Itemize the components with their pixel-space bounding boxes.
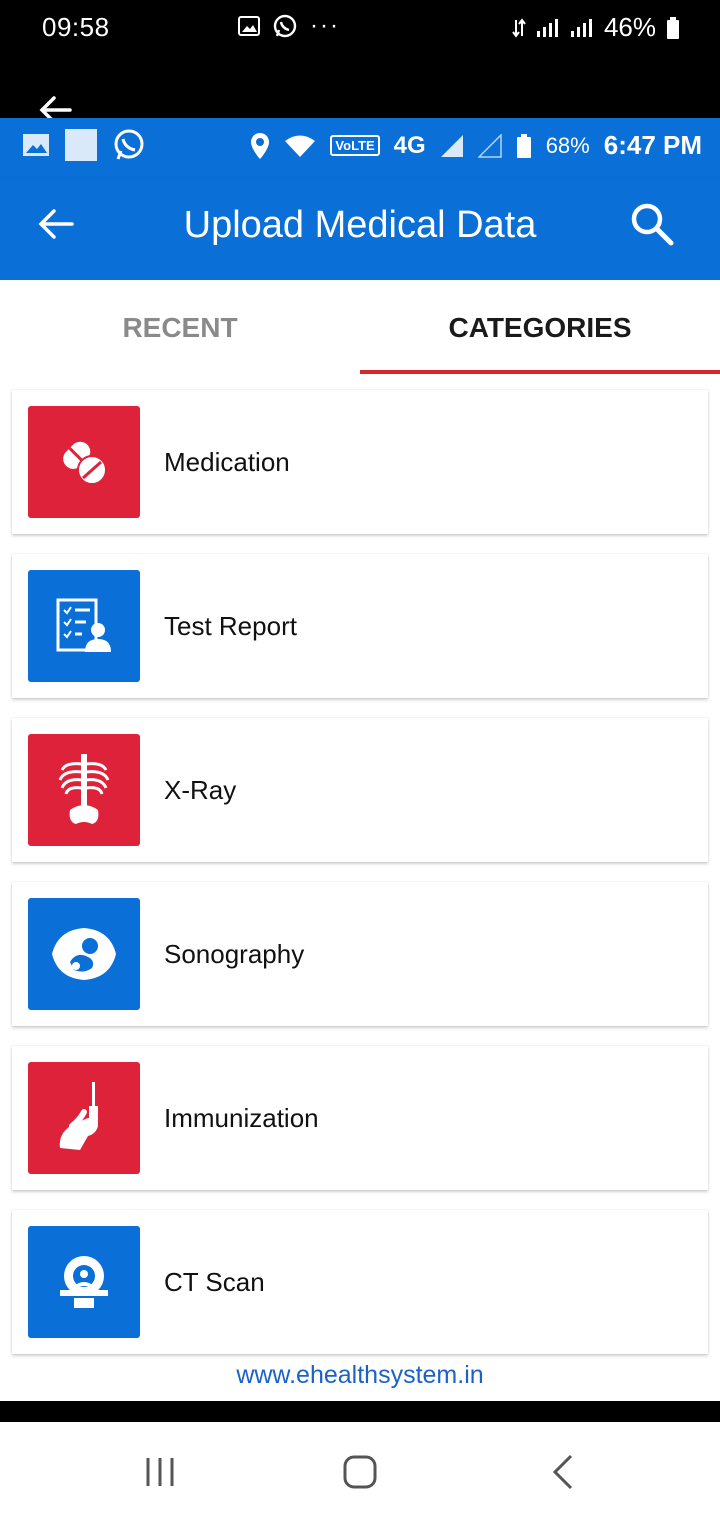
category-sonography[interactable]: Sonography	[12, 882, 708, 1026]
location-icon	[251, 132, 270, 159]
category-label: CT Scan	[164, 1266, 265, 1297]
category-medication[interactable]: Medication	[12, 390, 708, 534]
more-notifications: ···	[310, 12, 340, 39]
test-report-tile	[28, 570, 140, 682]
back-nav-icon[interactable]	[543, 1452, 583, 1492]
category-label: Test Report	[164, 610, 297, 641]
ct-scan-tile	[28, 1226, 140, 1338]
category-x-ray[interactable]: X-Ray	[12, 718, 708, 862]
network-type: 4G	[393, 131, 426, 159]
app-screen: VoLTE 4G 68% 6:47 PM Upload Medical Data…	[0, 118, 720, 1401]
cell-signal-empty-icon	[477, 133, 502, 158]
home-icon[interactable]	[340, 1452, 380, 1492]
device-status-bar: 09:58 ··· 46%	[0, 0, 720, 118]
x-ray-tile	[28, 734, 140, 846]
whatsapp-icon	[114, 129, 144, 160]
inner-status-bar: VoLTE 4G 68% 6:47 PM	[0, 118, 720, 178]
category-ct-scan[interactable]: CT Scan	[12, 1210, 708, 1354]
wifi-icon	[285, 135, 316, 157]
tab-categories[interactable]: CATEGORIES	[360, 280, 720, 376]
app-toolbar: Upload Medical Data	[0, 178, 720, 280]
signal-2-icon	[570, 18, 592, 37]
tab-recent[interactable]: RECENT	[0, 280, 360, 376]
inner-battery-percent: 68%	[545, 132, 590, 158]
sonography-tile	[28, 898, 140, 1010]
gallery-icon	[23, 134, 49, 156]
square-icon	[65, 129, 97, 161]
device-clock: 09:58	[42, 12, 110, 42]
volte-badge: VoLTE	[330, 135, 380, 156]
website-link[interactable]: www.ehealthsystem.in	[0, 1361, 720, 1390]
category-label: Immunization	[164, 1102, 319, 1133]
category-label: Medication	[164, 446, 290, 477]
xray-icon	[58, 754, 110, 824]
gallery-notification-icon	[238, 16, 260, 36]
sonography-icon	[52, 928, 116, 980]
immunization-tile	[28, 1062, 140, 1174]
page-title: Upload Medical Data	[183, 204, 537, 246]
tab-bar: RECENT CATEGORIES	[0, 280, 720, 376]
whatsapp-notification-icon	[273, 14, 297, 38]
recent-apps-icon[interactable]	[140, 1452, 180, 1492]
cell-signal-icon	[440, 134, 463, 157]
search-icon[interactable]	[628, 200, 676, 248]
pills-icon	[63, 441, 107, 485]
medication-tile	[28, 406, 140, 518]
active-tab-indicator	[360, 370, 720, 374]
test-report-icon	[56, 598, 111, 652]
syringe-icon	[59, 1082, 98, 1150]
battery-icon	[667, 16, 679, 39]
ct-scan-icon	[60, 1256, 108, 1308]
device-battery-percent: 46%	[603, 12, 656, 42]
inner-battery-icon	[516, 133, 531, 158]
category-immunization[interactable]: Immunization	[12, 1046, 708, 1190]
signal-icon	[536, 18, 558, 37]
category-label: X-Ray	[164, 774, 237, 805]
category-test-report[interactable]: Test Report	[12, 554, 708, 698]
data-transfer-icon	[512, 17, 526, 38]
inner-clock: 6:47 PM	[603, 130, 702, 160]
category-label: Sonography	[164, 938, 305, 969]
system-nav-bar	[0, 1422, 720, 1520]
